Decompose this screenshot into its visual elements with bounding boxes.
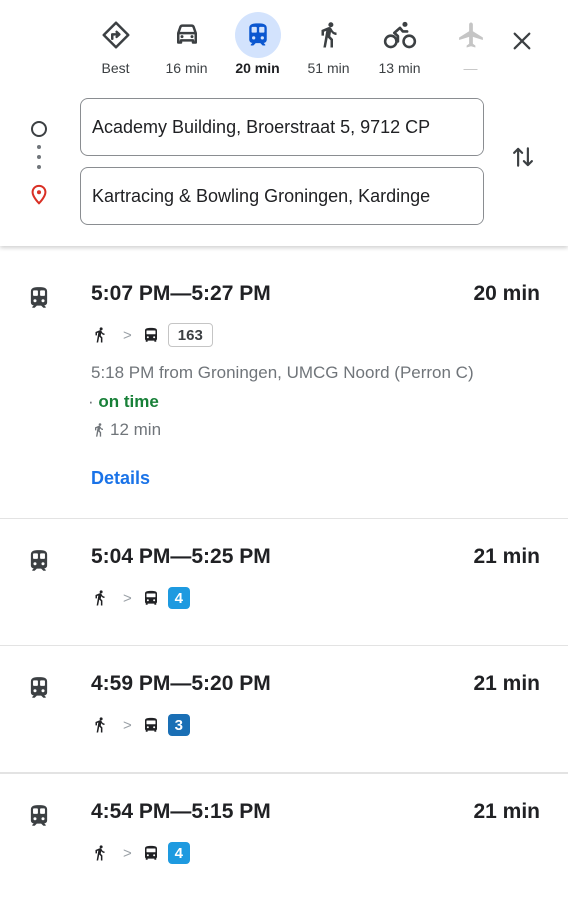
directions-header: Best 16 min 20 min 51 min 13 min — Acade… — [0, 0, 568, 246]
route-steps: > 4 — [91, 585, 190, 611]
mode-walking[interactable]: 51 min — [293, 12, 364, 77]
chevron-right-icon: > — [123, 844, 132, 862]
status-separator: · — [88, 392, 94, 411]
route-time-range: 5:07 PM—5:27 PM — [91, 282, 271, 305]
route-steps: > 3 — [91, 712, 190, 738]
best-route-icon — [93, 12, 139, 58]
close-directions-button[interactable] — [506, 25, 538, 57]
route-duration: 21 min — [473, 800, 540, 823]
chevron-right-icon: > — [123, 716, 132, 734]
walk-step-icon — [91, 588, 109, 608]
destination-input[interactable] — [92, 168, 472, 224]
bicycle-icon — [377, 12, 423, 58]
transit-icon — [234, 12, 281, 58]
mode-best-label: Best — [101, 60, 130, 76]
walk-small-icon — [91, 421, 107, 439]
mode-best[interactable]: Best — [80, 12, 151, 77]
mode-driving[interactable]: 16 min — [151, 12, 222, 77]
status-line: · on time — [88, 392, 159, 412]
route-option[interactable]: 4:54 PM—5:15 PM 21 min > 4 — [0, 773, 568, 904]
bus-line-badge: 163 — [167, 323, 213, 347]
bus-line-badge: 3 — [167, 714, 190, 736]
travel-mode-bar: Best 16 min 20 min 51 min 13 min — — [80, 12, 506, 77]
transit-route-icon — [26, 675, 52, 701]
walk-step-icon — [91, 325, 109, 345]
bus-line-badge: 4 — [167, 587, 190, 609]
walk-icon — [306, 12, 352, 58]
route-time-range: 4:59 PM—5:20 PM — [91, 672, 271, 695]
route-option[interactable]: 5:04 PM—5:25 PM 21 min > 4 — [0, 519, 568, 646]
route-option[interactable]: 5:07 PM—5:27 PM 20 min > 163 5:18 PM fro… — [0, 256, 568, 519]
bus-icon — [142, 716, 160, 734]
walk-step-icon — [91, 715, 109, 735]
route-option[interactable]: 4:59 PM—5:20 PM 21 min > 3 — [0, 646, 568, 773]
bus-icon — [142, 589, 160, 607]
bus-line-badge: 4 — [167, 842, 190, 864]
mode-transit-label: 20 min — [235, 60, 280, 76]
route-duration: 21 min — [473, 545, 540, 568]
departure-info: 5:18 PM from Groningen, UMCG Noord (Perr… — [91, 363, 474, 382]
route-duration: 21 min — [473, 672, 540, 695]
details-link[interactable]: Details — [91, 468, 150, 489]
destination-field[interactable] — [80, 167, 484, 225]
transit-route-icon — [26, 285, 52, 311]
origin-input[interactable] — [92, 99, 472, 155]
bus-icon — [142, 326, 160, 344]
origin-circle-icon — [28, 118, 50, 140]
car-icon — [164, 12, 210, 58]
mode-walking-label: 51 min — [307, 60, 350, 76]
bus-icon — [142, 844, 160, 862]
route-dots — [37, 145, 41, 175]
transit-route-icon — [26, 803, 52, 829]
walk-step-icon — [91, 843, 109, 863]
route-time-range: 4:54 PM—5:15 PM — [91, 800, 271, 823]
walk-duration: 12 min — [91, 420, 161, 440]
swap-waypoints-button[interactable] — [506, 140, 540, 174]
flight-icon — [448, 12, 494, 58]
swap-icon — [513, 147, 533, 167]
mode-transit[interactable]: 20 min — [222, 12, 293, 77]
mode-driving-label: 16 min — [165, 60, 208, 76]
chevron-right-icon: > — [123, 589, 132, 607]
route-steps: > 4 — [91, 840, 190, 866]
route-results-list: 5:07 PM—5:27 PM 20 min > 163 5:18 PM fro… — [0, 256, 568, 904]
transit-route-icon — [26, 548, 52, 574]
close-icon — [513, 32, 531, 50]
mode-cycling[interactable]: 13 min — [364, 12, 435, 77]
destination-pin-icon — [28, 184, 50, 206]
origin-field[interactable] — [80, 98, 484, 156]
route-time-range: 5:04 PM—5:25 PM — [91, 545, 271, 568]
chevron-right-icon: > — [123, 326, 132, 344]
route-duration: 20 min — [473, 282, 540, 305]
mode-flight[interactable]: — — [435, 12, 506, 77]
on-time-status: on time — [98, 392, 159, 411]
mode-cycling-label: 13 min — [378, 60, 421, 76]
walk-time-text: 12 min — [110, 420, 162, 439]
mode-flight-label: — — [463, 60, 478, 76]
route-steps: > 163 — [91, 322, 213, 348]
